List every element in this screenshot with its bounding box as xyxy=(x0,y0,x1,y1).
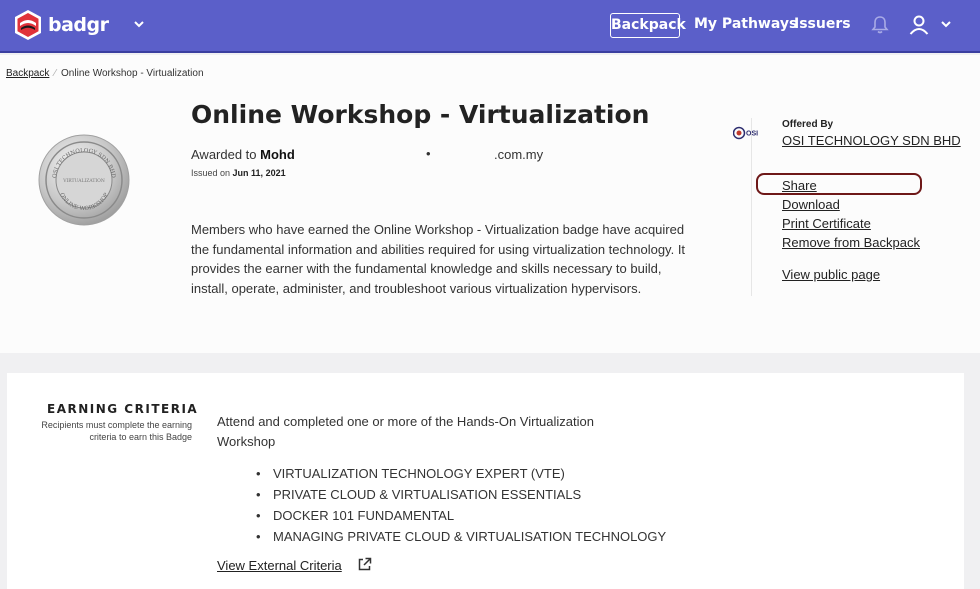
badge-image-center-text: VIRTUALIZATION xyxy=(62,178,105,184)
breadcrumb: Backpack ⁄ Online Workshop - Virtualizatio… xyxy=(6,68,204,79)
criteria-text: Attend and completed one or more of the … xyxy=(217,414,594,449)
view-external-criteria-link[interactable]: View External Criteria xyxy=(217,558,342,573)
recipient-email-domain: .com.my xyxy=(494,147,544,162)
badge-image: OSI TECHNOLOGY SDN BHD ONLINE WORKSHOP V… xyxy=(38,134,130,231)
offered-by-label: Offered By xyxy=(782,119,834,130)
remove-from-backpack-button[interactable]: Remove from Backpack xyxy=(782,235,920,250)
org-name-link[interactable]: OSI TECHNOLOGY SDN BHD xyxy=(782,133,961,148)
breadcrumb-current: Online Workshop - Virtualization xyxy=(61,68,204,79)
issued-date: Issued on Jun 11, 2021 xyxy=(191,168,286,178)
recipient-email-dot: • xyxy=(426,146,431,161)
criteria-subtitle: Recipients must complete the earning cri… xyxy=(41,420,192,442)
view-public-page-link[interactable]: View public page xyxy=(782,267,880,282)
share-highlight-annotation xyxy=(756,173,922,195)
issued-prefix: Issued on xyxy=(191,168,231,178)
org-logo: OSI xyxy=(732,125,765,146)
criteria-title: EARNING CRITERIA xyxy=(47,402,199,416)
print-certificate-button[interactable]: Print Certificate xyxy=(782,216,871,231)
awarded-to: Awarded to Mohd xyxy=(191,147,295,162)
nav-issuers-link[interactable]: Issuers xyxy=(794,13,851,38)
list-item: MANAGING PRIVATE CLOUD & VIRTUALISATION … xyxy=(256,526,666,547)
brand-name: badgr xyxy=(48,14,109,36)
share-button[interactable]: Share xyxy=(782,178,817,193)
org-logo-text: OSI xyxy=(746,131,758,138)
bell-icon[interactable] xyxy=(871,15,889,40)
chevron-down-icon[interactable] xyxy=(134,16,144,32)
recipient-name: Mohd xyxy=(260,147,295,162)
nav-pathways-link[interactable]: My Pathways xyxy=(694,13,797,38)
brand-logo[interactable]: badgr xyxy=(12,9,109,41)
list-item: PRIVATE CLOUD & VIRTUALISATION ESSENTIAL… xyxy=(256,484,666,505)
breadcrumb-backpack-link[interactable]: Backpack xyxy=(6,68,49,79)
badge-title: Online Workshop - Virtualization xyxy=(191,100,650,129)
badge-description: Members who have earned the Online Works… xyxy=(191,222,686,296)
external-link-icon[interactable] xyxy=(357,557,372,577)
user-icon[interactable] xyxy=(908,14,930,41)
badgr-logo-icon xyxy=(15,10,41,40)
top-navbar: badgr Backpack My Pathways Issuers xyxy=(0,0,980,53)
criteria-list: VIRTUALIZATION TECHNOLOGY EXPERT (VTE) P… xyxy=(256,463,666,547)
awarded-prefix: Awarded to xyxy=(191,147,257,162)
list-item: DOCKER 101 FUNDAMENTAL xyxy=(256,505,666,526)
issued-date-value: Jun 11, 2021 xyxy=(232,168,286,178)
download-button[interactable]: Download xyxy=(782,197,840,212)
list-item: VIRTUALIZATION TECHNOLOGY EXPERT (VTE) xyxy=(256,463,666,484)
user-menu-chevron-icon[interactable] xyxy=(941,16,951,32)
nav-backpack-link[interactable]: Backpack xyxy=(610,13,686,38)
